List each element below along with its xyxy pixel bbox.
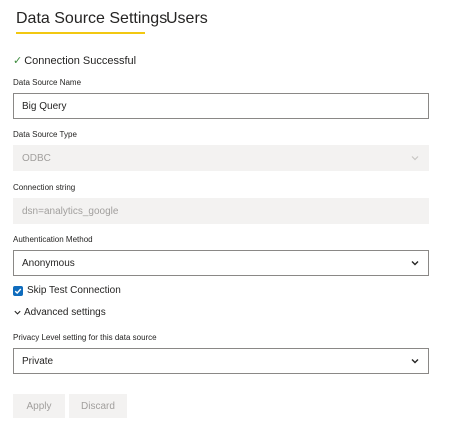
data-source-name-value: Big Query	[22, 100, 67, 112]
data-source-name-input[interactable]: Big Query	[13, 93, 429, 119]
chevron-down-icon	[14, 310, 21, 315]
active-tab-indicator	[16, 32, 145, 34]
data-source-type-value: ODBC	[22, 152, 51, 164]
privacy-level-label: Privacy Level setting for this data sour…	[13, 333, 157, 342]
tab-data-source-settings[interactable]: Data Source Settings	[16, 10, 167, 28]
checkmark-icon: ✓	[13, 55, 23, 67]
tab-users[interactable]: Users	[166, 10, 208, 28]
data-source-type-select: ODBC	[13, 145, 429, 171]
discard-button[interactable]: Discard	[69, 394, 127, 418]
connection-status: ✓ Connection Successful	[13, 54, 136, 67]
skip-test-connection: Skip Test Connection	[13, 285, 121, 296]
data-source-name-label: Data Source Name	[13, 78, 82, 87]
skip-test-connection-checkbox[interactable]	[13, 285, 23, 296]
chevron-down-icon	[411, 156, 419, 161]
connection-status-text: Connection Successful	[24, 55, 137, 67]
authentication-method-label: Authentication Method	[13, 235, 93, 244]
connection-string-label: Connection string	[13, 183, 76, 192]
connection-string-input: dsn=analytics_google	[13, 198, 429, 224]
authentication-method-select[interactable]: Anonymous	[13, 250, 429, 276]
authentication-method-value: Anonymous	[22, 257, 75, 269]
apply-button[interactable]: Apply	[13, 394, 65, 418]
checkmark-icon	[14, 288, 22, 294]
chevron-down-icon	[411, 359, 419, 364]
connection-string-value: dsn=analytics_google	[22, 205, 119, 217]
data-source-type-label: Data Source Type	[13, 130, 77, 139]
privacy-level-value: Private	[22, 355, 54, 367]
privacy-level-select[interactable]: Private	[13, 348, 429, 374]
advanced-settings-toggle[interactable]: Advanced settings	[13, 307, 106, 318]
advanced-settings-label: Advanced settings	[24, 307, 106, 318]
skip-test-connection-label: Skip Test Connection	[27, 285, 121, 296]
chevron-down-icon	[411, 261, 419, 266]
